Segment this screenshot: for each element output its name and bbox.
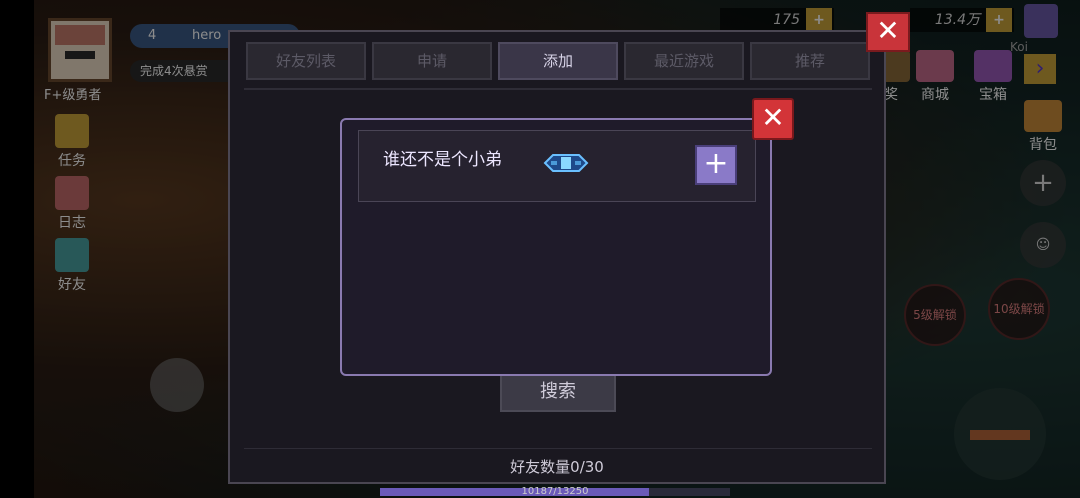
tab-recommended[interactable]: 推荐 [750,42,870,80]
tab-friend-list[interactable]: 好友列表 [246,42,366,80]
search-button[interactable]: 搜索 [500,372,616,412]
result-player-name: 谁还不是个小弟 [383,150,502,170]
friend-count: 好友数量0/30 [510,458,604,476]
rank-badge-icon [543,154,589,172]
tab-add[interactable]: 添加 [498,42,618,80]
search-result-row: 谁还不是个小弟 + [358,130,756,202]
add-friend-popup: 谁还不是个小弟 + [340,118,772,376]
friends-tabs: 好友列表 申请 添加 最近游戏 推荐 [246,42,870,82]
tab-requests[interactable]: 申请 [372,42,492,80]
experience-text: 10187/13250 [521,486,589,497]
add-friend-button[interactable]: + [695,145,737,185]
tab-divider [244,88,872,90]
footer-divider [244,448,872,449]
tab-recent-games[interactable]: 最近游戏 [624,42,744,80]
close-panel-button[interactable]: ✕ [866,12,910,52]
close-popup-button[interactable]: ✕ [752,98,794,140]
